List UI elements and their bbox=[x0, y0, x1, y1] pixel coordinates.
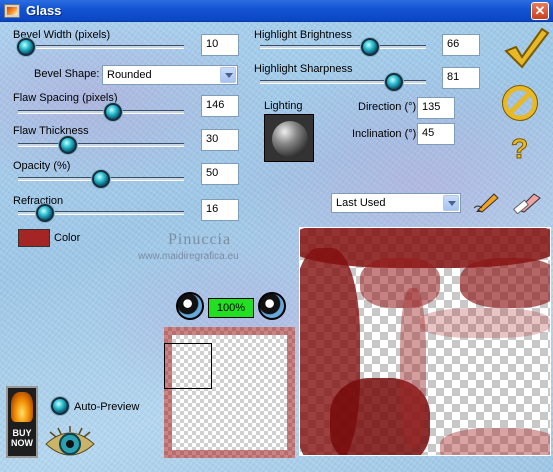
color-label: Color bbox=[54, 232, 81, 244]
zoom-in-icon[interactable] bbox=[258, 292, 286, 320]
inclination-input[interactable]: 45 bbox=[417, 123, 455, 145]
inclination-label: Inclination (°) bbox=[352, 128, 417, 140]
bevel-shape-value: Rounded bbox=[107, 69, 152, 81]
flaw-thickness-label: Flaw Thickness bbox=[13, 125, 89, 137]
auto-preview-toggle[interactable] bbox=[51, 397, 69, 415]
opacity-label: Opacity (%) bbox=[13, 160, 71, 172]
auto-preview-label: Auto-Preview bbox=[74, 401, 140, 413]
flame-icon bbox=[11, 392, 33, 422]
flaw-thickness-input[interactable]: 30 bbox=[201, 129, 239, 151]
highlight-brightness-slider[interactable] bbox=[260, 45, 426, 49]
preview-effect-ring bbox=[420, 308, 550, 338]
opacity-knob[interactable] bbox=[92, 170, 110, 188]
highlight-sharpness-input[interactable]: 81 bbox=[442, 67, 480, 89]
lighting-label: Lighting bbox=[264, 100, 303, 112]
highlight-sharpness-label: Highlight Sharpness bbox=[254, 63, 353, 75]
bevel-shape-select[interactable]: Rounded bbox=[102, 65, 238, 85]
flaw-thickness-knob[interactable] bbox=[58, 136, 77, 154]
flaw-spacing-label: Flaw Spacing (pixels) bbox=[13, 92, 118, 104]
checkmark-icon[interactable] bbox=[500, 25, 550, 71]
bevel-width-slider[interactable] bbox=[18, 45, 184, 49]
effect-preview[interactable] bbox=[299, 227, 551, 456]
direction-input[interactable]: 135 bbox=[417, 97, 455, 119]
flaw-spacing-input[interactable]: 146 bbox=[201, 95, 239, 117]
save-preset-icon[interactable] bbox=[472, 190, 502, 214]
direction-label: Direction (°) bbox=[358, 101, 417, 113]
highlight-brightness-knob[interactable] bbox=[360, 38, 379, 56]
refraction-label: Refraction bbox=[13, 195, 64, 207]
buy-now-label: BUY NOW bbox=[11, 428, 33, 448]
chevron-down-icon[interactable] bbox=[220, 67, 236, 83]
preview-effect-drip bbox=[360, 258, 440, 308]
bevel-shape-label: Bevel Shape: bbox=[34, 68, 100, 80]
flaw-spacing-slider[interactable] bbox=[18, 110, 184, 114]
highlight-brightness-label: Highlight Brightness bbox=[254, 29, 352, 41]
close-button[interactable]: ✕ bbox=[531, 2, 549, 20]
navigator-viewport[interactable] bbox=[164, 343, 212, 389]
buy-now-button[interactable]: BUY NOW bbox=[6, 386, 38, 458]
flaw-thickness-slider[interactable] bbox=[18, 143, 184, 147]
presets-select[interactable]: Last Used bbox=[331, 193, 461, 213]
lighting-sphere[interactable] bbox=[264, 114, 314, 162]
opacity-input[interactable]: 50 bbox=[201, 163, 239, 185]
refraction-input[interactable]: 16 bbox=[201, 199, 239, 221]
preview-effect-bottom bbox=[440, 428, 550, 455]
color-swatch[interactable] bbox=[18, 229, 50, 247]
highlight-brightness-input[interactable]: 66 bbox=[442, 34, 480, 56]
preview-effect-top-right bbox=[460, 258, 550, 308]
zoom-out-icon[interactable] bbox=[176, 292, 204, 320]
title-bar: Glass ✕ bbox=[0, 0, 553, 22]
window-title: Glass bbox=[26, 3, 62, 18]
preview-effect-streak bbox=[400, 288, 426, 448]
refraction-knob[interactable] bbox=[35, 204, 54, 222]
cancel-icon[interactable] bbox=[500, 83, 540, 123]
chevron-down-icon[interactable] bbox=[443, 195, 459, 211]
flaw-spacing-knob[interactable] bbox=[103, 103, 122, 121]
app-icon bbox=[4, 4, 20, 18]
eye-icon bbox=[45, 426, 95, 456]
svg-text:?: ? bbox=[511, 133, 528, 164]
zoom-level: 100% bbox=[208, 298, 254, 318]
watermark-name: Pinuccia bbox=[168, 231, 232, 248]
presets-value: Last Used bbox=[336, 197, 386, 209]
light-sphere bbox=[272, 121, 308, 157]
help-icon[interactable]: ? bbox=[508, 132, 532, 165]
watermark-url: www.maidiregrafica.eu bbox=[138, 251, 239, 262]
bevel-width-input[interactable]: 10 bbox=[201, 34, 239, 56]
navigator-preview[interactable] bbox=[164, 327, 295, 458]
delete-preset-icon[interactable] bbox=[510, 190, 544, 214]
